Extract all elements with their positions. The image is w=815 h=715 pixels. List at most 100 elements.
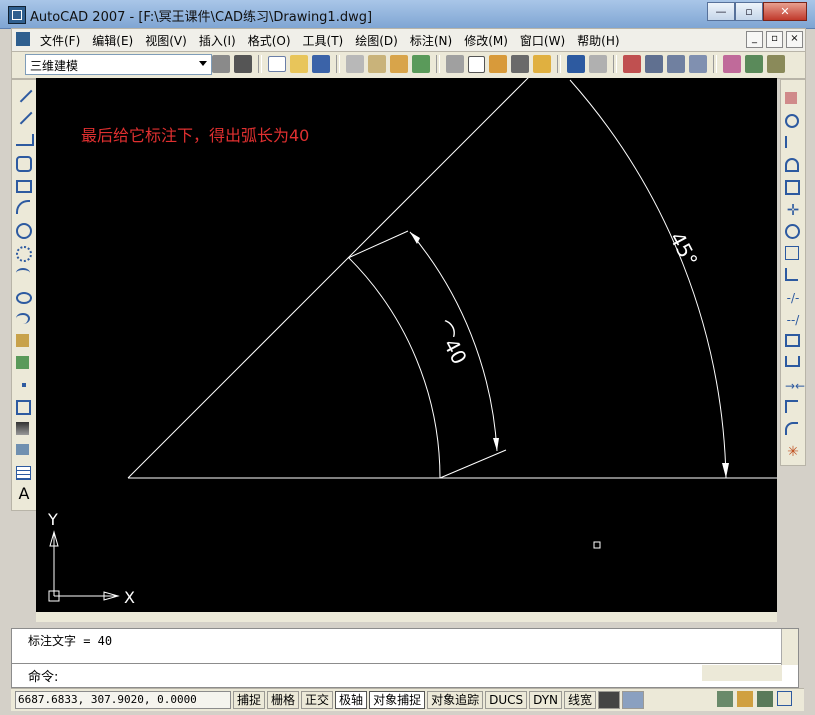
construction-line-icon[interactable] — [15, 107, 33, 125]
array-icon[interactable] — [785, 180, 800, 195]
save-file-icon[interactable] — [312, 55, 330, 73]
communication-center-icon[interactable] — [717, 691, 733, 707]
block-editor-icon[interactable] — [533, 55, 551, 73]
minimize-button[interactable]: — — [707, 2, 735, 21]
cut-icon[interactable] — [446, 55, 464, 73]
design-center-icon[interactable] — [745, 55, 763, 73]
polyline-icon[interactable] — [16, 134, 34, 146]
table-icon[interactable] — [16, 466, 31, 480]
line-icon[interactable] — [15, 85, 33, 103]
doc-close-button[interactable]: × — [786, 31, 803, 48]
make-block-icon[interactable] — [16, 356, 29, 369]
copy-object-icon[interactable] — [785, 114, 799, 128]
scale-icon[interactable] — [785, 246, 799, 260]
ellipse-icon[interactable] — [16, 292, 32, 304]
model-space-icon[interactable] — [598, 691, 621, 709]
trim-icon[interactable]: -/- — [785, 290, 801, 306]
drawing-area[interactable]: 最后给它标注下，得出弧长为40 ⌒40 45° X Y — [36, 78, 777, 612]
close-button[interactable]: ✕ — [763, 2, 807, 21]
mirror-icon[interactable] — [785, 136, 797, 148]
join-icon[interactable]: →← — [785, 378, 805, 394]
offset-icon[interactable] — [785, 158, 799, 172]
gradient-icon[interactable] — [16, 422, 29, 435]
doc-restore-button[interactable]: ▫ — [766, 31, 783, 48]
revision-cloud-icon[interactable] — [16, 246, 32, 262]
publish-icon[interactable] — [390, 55, 408, 73]
zoom-realtime-icon[interactable] — [645, 55, 663, 73]
rectangle-icon[interactable] — [16, 180, 32, 193]
tool-palettes-icon[interactable] — [767, 55, 785, 73]
lock-icon[interactable] — [737, 691, 753, 707]
tray-settings-icon[interactable] — [757, 691, 773, 707]
otrack-toggle[interactable]: 对象追踪 — [427, 691, 484, 709]
match-properties-icon[interactable] — [511, 55, 529, 73]
command-horizontal-scrollbar[interactable] — [702, 665, 782, 681]
dyn-toggle[interactable]: DYN — [529, 691, 563, 709]
osnap-toggle[interactable]: 对象捕捉 — [369, 691, 426, 709]
menu-help[interactable]: 帮助(H) — [577, 32, 619, 49]
zoom-previous-icon[interactable] — [689, 55, 707, 73]
break-icon[interactable] — [785, 356, 800, 367]
undo-icon[interactable] — [567, 55, 585, 73]
multiline-text-icon[interactable]: A — [16, 486, 32, 502]
doc-minimize-button[interactable]: _ — [746, 31, 763, 48]
copy-icon[interactable] — [468, 55, 485, 73]
workspace-select[interactable]: 三维建模 — [25, 54, 212, 75]
ortho-toggle[interactable]: 正交 — [301, 691, 334, 709]
extend-icon[interactable]: --/ — [785, 312, 801, 328]
erase-icon[interactable] — [785, 92, 797, 104]
menu-format[interactable]: 格式(O) — [248, 32, 291, 49]
menu-insert[interactable]: 插入(I) — [199, 32, 236, 49]
open-file-icon[interactable] — [290, 55, 308, 73]
stretch-icon[interactable] — [785, 268, 798, 281]
hatch-icon[interactable] — [16, 400, 31, 415]
paste-icon[interactable] — [489, 55, 507, 73]
save-workspace-icon[interactable] — [234, 55, 252, 73]
menu-modify[interactable]: 修改(M) — [464, 32, 508, 49]
fillet-icon[interactable] — [785, 422, 798, 435]
menu-dimension[interactable]: 标注(N) — [410, 32, 452, 49]
explode-icon[interactable]: ✳ — [785, 444, 801, 460]
menu-file[interactable]: 文件(F) — [40, 32, 80, 49]
properties-icon[interactable] — [723, 55, 741, 73]
arc-icon[interactable] — [16, 200, 30, 214]
ucs-x-label: X — [124, 588, 135, 607]
publish-web-icon[interactable] — [412, 55, 430, 73]
coordinate-readout[interactable]: 6687.6833, 307.9020, 0.0000 — [15, 691, 231, 709]
chamfer-icon[interactable] — [785, 400, 798, 413]
menu-window[interactable]: 窗口(W) — [520, 32, 565, 49]
menu-view[interactable]: 视图(V) — [145, 32, 187, 49]
break-at-point-icon[interactable] — [785, 334, 800, 347]
command-prompt[interactable]: 命令: — [28, 666, 58, 685]
maximize-button[interactable]: ▫ — [735, 2, 763, 21]
pan-icon[interactable] — [623, 55, 641, 73]
document-icon[interactable] — [16, 32, 30, 46]
circle-icon[interactable] — [16, 223, 32, 239]
autocad-app-icon[interactable] — [8, 6, 26, 24]
grid-toggle[interactable]: 栅格 — [267, 691, 300, 709]
new-file-icon[interactable] — [268, 56, 286, 72]
polygon-icon[interactable] — [16, 156, 32, 172]
layout-icon[interactable] — [622, 691, 645, 709]
menu-tools[interactable]: 工具(T) — [303, 32, 344, 49]
redo-icon[interactable] — [589, 55, 607, 73]
clean-screen-icon[interactable] — [777, 691, 792, 706]
print-preview-icon[interactable] — [368, 55, 386, 73]
snap-toggle[interactable]: 捕捉 — [233, 691, 266, 709]
workspace-settings-icon[interactable] — [212, 55, 230, 73]
command-scrollbar[interactable] — [781, 629, 798, 665]
insert-block-icon[interactable] — [16, 334, 29, 347]
polar-toggle[interactable]: 极轴 — [335, 691, 368, 709]
zoom-window-icon[interactable] — [667, 55, 685, 73]
menu-draw[interactable]: 绘图(D) — [355, 32, 398, 49]
ducs-toggle[interactable]: DUCS — [485, 691, 528, 709]
ellipse-arc-icon[interactable] — [16, 313, 30, 324]
move-icon[interactable]: ✛ — [785, 202, 801, 218]
spline-icon[interactable] — [16, 268, 30, 278]
print-icon[interactable] — [346, 55, 364, 73]
lineweight-toggle[interactable]: 线宽 — [564, 691, 597, 709]
menu-edit[interactable]: 编辑(E) — [92, 32, 133, 49]
point-icon[interactable] — [22, 383, 26, 387]
region-icon[interactable] — [16, 444, 29, 455]
rotate-icon[interactable] — [785, 224, 800, 239]
